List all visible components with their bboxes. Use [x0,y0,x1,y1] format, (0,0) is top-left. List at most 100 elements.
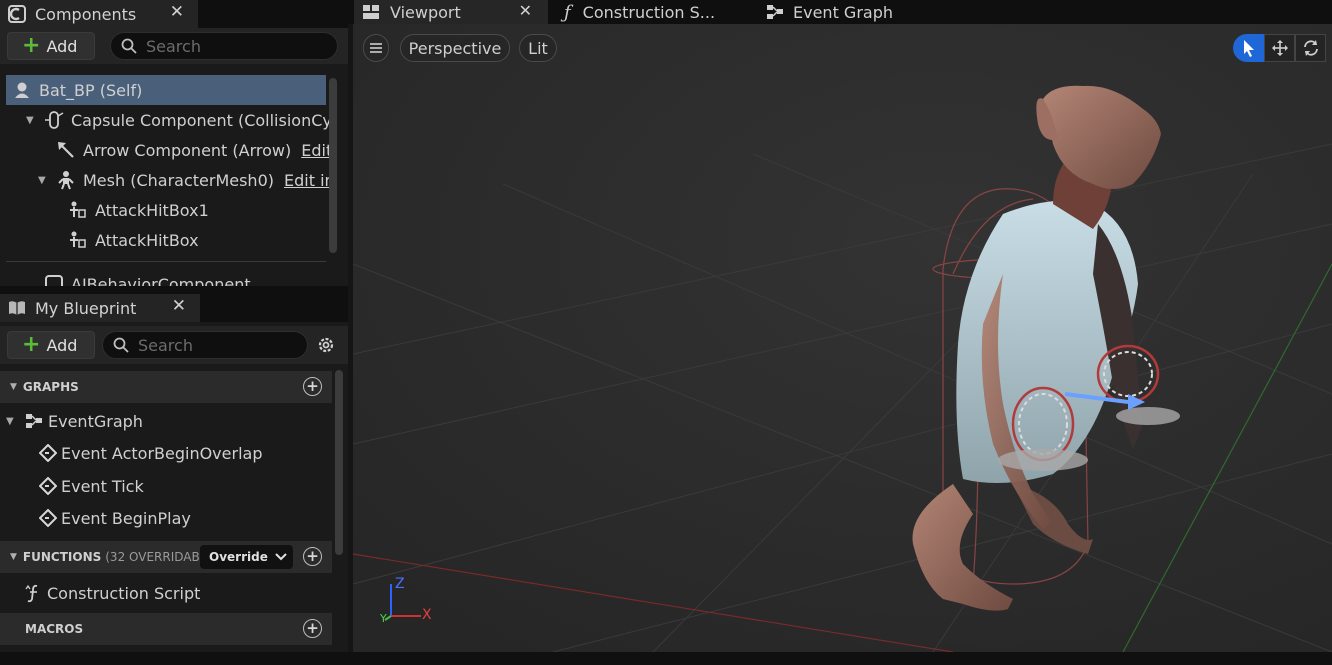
blueprint-class-icon [8,5,26,23]
graphs-header-label: GRAPHS [22,380,79,394]
tree-item-attackhitbox[interactable]: AttackHitBox [68,225,199,255]
event-diamond-icon [38,476,58,496]
add-graph-icon[interactable]: + [303,377,322,396]
expand-arrow-icon[interactable]: ▼ [6,416,18,427]
collapse-arrow-icon: ▼ [10,382,17,392]
graph-icon [24,411,44,431]
blueprint-search-input[interactable]: Search [102,331,308,359]
viewport-icon [363,5,379,19]
event-diamond-icon [38,443,58,463]
tree-item-event[interactable]: Event Tick [38,471,144,501]
edit-link[interactable]: Edit [301,141,332,160]
arrow-component-icon [56,140,76,160]
tab-construction-script[interactable]: ƒ Construction S... [558,0,748,24]
socket-icon [68,230,88,250]
bottom-strip [0,652,1332,665]
add-component-button[interactable]: + Add [7,32,95,60]
transform-tools [1233,34,1332,62]
select-tool-button[interactable] [1233,34,1264,62]
blueprint-tab-strip: My Blueprint ✕ [0,294,348,322]
add-function-icon[interactable]: + [303,547,322,566]
search-icon [113,337,129,353]
translate-tool-button[interactable] [1264,34,1295,62]
tree-item-mesh[interactable]: ▼ Mesh (CharacterMesh0) Edit in [38,165,335,195]
rotate-tool-button[interactable] [1295,34,1326,62]
viewport-scene [353,24,1332,652]
tree-item-label: Capsule Component (CollisionCyl [71,110,337,130]
search-placeholder: Search [138,335,193,355]
search-placeholder: Search [146,36,201,56]
expand-arrow-icon[interactable]: ▼ [26,115,38,126]
viewport-3d[interactable]: Perspective Lit Z X Y [353,24,1332,652]
my-blueprint-tab[interactable]: My Blueprint ✕ [0,294,200,322]
components-tab-strip: Components ✕ [0,0,348,28]
close-icon[interactable]: ✕ [170,2,184,22]
tree-item-attackhitbox1[interactable]: AttackHitBox1 [68,195,209,225]
tree-item-event[interactable]: Event ActorBeginOverlap [38,438,262,468]
tree-item-label: Bat_BP (Self) [39,80,143,100]
collapse-arrow-icon: ▼ [10,552,17,562]
divider [6,261,326,262]
tree-item-construction-script[interactable]: Construction Script [24,578,200,608]
tree-item-label: AttackHitBox [95,230,199,250]
components-scrollbar[interactable] [329,78,337,253]
blueprint-toolbar: + Add Search [0,326,348,364]
override-dropdown[interactable]: Override [200,545,293,569]
macros-header-label: MACROS [25,622,84,636]
graph-icon [767,5,783,19]
tree-item-ai-behavior[interactable]: AIBehaviorComponent [44,269,251,286]
tab-label: Viewport [390,2,461,22]
tree-item-label: Arrow Component (Arrow) [83,140,292,160]
tree-item-event[interactable]: Event BeginPlay [38,503,191,533]
close-icon[interactable]: ✕ [172,296,186,316]
tree-item-label: Event Tick [61,476,144,496]
blueprint-scrollbar[interactable] [335,370,343,555]
add-macro-icon[interactable]: + [303,619,322,638]
tree-item-self[interactable]: Bat_BP (Self) [12,75,142,105]
tree-item-label: AIBehaviorComponent [71,274,251,287]
tree-item-eventgraph[interactable]: ▼ EventGraph [6,406,143,436]
tree-item-label: Mesh (CharacterMesh0) [83,170,274,190]
graphs-section-header[interactable]: ▼ GRAPHS + [0,371,332,403]
edit-link[interactable]: Edit in [284,171,335,190]
search-icon [121,38,137,54]
actor-icon [12,80,32,100]
tab-label: Construction S... [582,2,716,22]
tree-item-capsule[interactable]: ▼ Capsule Component (CollisionCyl [26,105,336,135]
tree-item-label: Event ActorBeginOverlap [61,443,263,463]
tree-item-label: Event BeginPlay [61,508,191,528]
functions-count: (32 OVERRIDABLE [105,550,214,564]
viewport-menu-button[interactable] [363,34,389,62]
settings-gear-icon[interactable] [316,335,336,359]
capsule-collision-icon [44,110,64,130]
tree-item-label: Construction Script [47,583,201,603]
tree-item-arrow[interactable]: Arrow Component (Arrow) Edit [56,135,332,165]
expand-arrow-icon[interactable]: ▼ [38,175,50,186]
axis-gizmo: Z X Y [373,574,443,634]
function-icon: ƒ [564,1,571,23]
functions-section-header[interactable]: ▼ FUNCTIONS (32 OVERRIDABLE Override + [0,541,332,573]
axis-gizmo-lines [384,584,421,621]
left-panels: Components ✕ + Add Search Bat_BP (Self) … [0,0,348,665]
panel-splitter[interactable] [0,286,348,294]
move-arrows-icon [1271,40,1288,56]
cursor-arrow-icon [1243,40,1254,57]
axis-x-label: X [422,607,432,623]
components-tab[interactable]: Components ✕ [0,0,198,28]
functions-header-label: FUNCTIONS [22,550,102,564]
components-tree: Bat_BP (Self) ▼ Capsule Component (Colli… [0,64,348,286]
skeletal-mesh-icon [56,170,76,190]
add-blueprint-item-button[interactable]: + Add [7,331,95,359]
macros-section-header[interactable]: MACROS + [0,613,332,645]
perspective-button[interactable]: Perspective [400,34,510,62]
tab-viewport[interactable]: Viewport ✕ [354,0,548,24]
socket-icon [68,200,88,220]
close-icon[interactable]: ✕ [519,1,532,20]
blueprint-tree: ▼ GRAPHS + ▼ EventGraph Event ActorBegin… [0,364,348,652]
tree-item-label: AttackHitBox1 [95,200,209,220]
lit-mode-button[interactable]: Lit [519,34,557,62]
tab-event-graph[interactable]: Event Graph [760,0,960,24]
plus-icon: + [22,332,41,357]
book-icon [8,299,26,317]
components-search-input[interactable]: Search [110,32,338,60]
